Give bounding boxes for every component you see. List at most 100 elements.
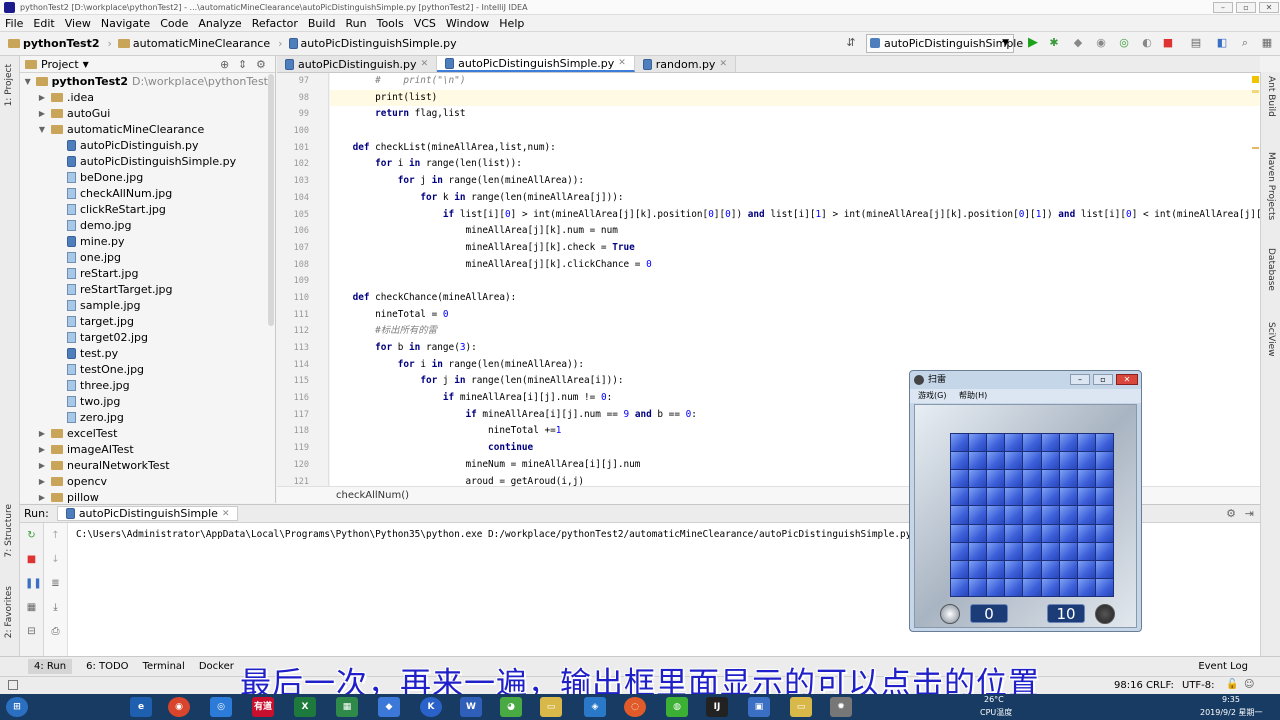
mine-cell[interactable] [1095, 542, 1113, 560]
mine-cell[interactable] [1095, 434, 1113, 452]
mine-cell[interactable] [1023, 452, 1041, 470]
layout-icon[interactable]: ▦ [25, 601, 38, 614]
mine-cell[interactable] [1041, 434, 1059, 452]
pause-icon[interactable]: ❚❚ [25, 577, 42, 590]
mine-cell[interactable] [951, 488, 969, 506]
sdk-icon[interactable]: ◧ [1215, 36, 1229, 50]
menu-vcs[interactable]: VCS [409, 17, 441, 30]
code-line[interactable]: for b in range(3): [330, 340, 1260, 357]
app-icon[interactable]: ◌ [624, 697, 646, 717]
chrome-icon[interactable]: ◉ [168, 697, 190, 717]
tree-item[interactable]: mine.py [20, 233, 275, 249]
scroll-end-icon[interactable]: ⤓ [49, 601, 62, 614]
attach-icon[interactable]: ◐ [1140, 36, 1154, 50]
mine-cell[interactable] [951, 434, 969, 452]
mine-cell[interactable] [1059, 560, 1077, 578]
mine-cell[interactable] [969, 542, 987, 560]
mine-cell[interactable] [951, 470, 969, 488]
app-icon[interactable]: ◈ [584, 697, 606, 717]
tree-item[interactable]: autoPicDistinguishSimple.py [20, 153, 275, 169]
mine-cell[interactable] [1059, 542, 1077, 560]
app-icon[interactable]: ◆ [378, 697, 400, 717]
mine-cell[interactable] [1095, 488, 1113, 506]
mine-cell[interactable] [1077, 470, 1095, 488]
code-line[interactable]: # print("\n") [330, 73, 1260, 90]
tree-item[interactable]: sample.jpg [20, 297, 275, 313]
tree-item[interactable]: ▶ pillow [20, 489, 275, 505]
mine-cell[interactable] [969, 560, 987, 578]
up-arrow-icon[interactable]: ↑ [49, 529, 62, 542]
tree-scrollbar[interactable] [268, 74, 274, 326]
down-arrow-icon[interactable]: ↓ [49, 553, 62, 566]
gear-icon[interactable]: ⚙ [256, 58, 266, 71]
menu-help[interactable]: 帮助(H) [959, 391, 987, 400]
menu-view[interactable]: View [60, 17, 96, 30]
menu-refactor[interactable]: Refactor [247, 17, 303, 30]
editor-tab[interactable]: random.py ✕ [634, 56, 736, 72]
mine-cell[interactable] [1041, 524, 1059, 542]
minimize-button[interactable]: – [1213, 2, 1233, 13]
mine-cell[interactable] [987, 560, 1005, 578]
mine-cell[interactable] [969, 524, 987, 542]
mine-cell[interactable] [1077, 578, 1095, 596]
tree-item[interactable]: target.jpg [20, 313, 275, 329]
app-icon[interactable]: ◎ [210, 697, 232, 717]
collapse-icon[interactable]: ⇕ [238, 58, 247, 71]
menu-navigate[interactable]: Navigate [96, 17, 155, 30]
tool-tab-favorites[interactable]: 2: Favorites [4, 586, 14, 638]
locate-icon[interactable]: ⊕ [220, 58, 229, 71]
tree-item[interactable]: ▶ neuralNetworkTest [20, 457, 275, 473]
mine-cell[interactable] [987, 578, 1005, 596]
tree-item[interactable]: zero.jpg [20, 409, 275, 425]
mine-cell[interactable] [1041, 470, 1059, 488]
mine-cell[interactable] [1095, 506, 1113, 524]
mine-cell[interactable] [1059, 506, 1077, 524]
intellij-icon[interactable]: IJ [706, 697, 728, 717]
mine-cell[interactable] [1023, 560, 1041, 578]
tree-item[interactable]: three.jpg [20, 377, 275, 393]
mine-cell[interactable] [1005, 452, 1023, 470]
code-line[interactable] [330, 123, 1260, 140]
mine-cell[interactable] [1095, 470, 1113, 488]
code-line[interactable]: for k in range(len(mineAllArea[j])): [330, 190, 1260, 207]
mine-cell[interactable] [1023, 470, 1041, 488]
mine-cell[interactable] [1059, 434, 1077, 452]
tree-item[interactable]: autoPicDistinguish.py [20, 137, 275, 153]
tool-tab-structure[interactable]: 7: Structure [4, 504, 14, 558]
print-icon[interactable]: ⎙ [49, 625, 62, 638]
mine-cell[interactable] [1041, 488, 1059, 506]
mine-cell[interactable] [1005, 434, 1023, 452]
tool-tab-maven[interactable]: Maven Projects [1266, 152, 1276, 220]
mine-cell[interactable] [1023, 506, 1041, 524]
settings-icon[interactable]: ▦ [1260, 36, 1274, 50]
warning-stripe[interactable] [1252, 90, 1259, 93]
start-icon[interactable]: ⊞ [6, 697, 28, 717]
mine-cell[interactable] [1059, 524, 1077, 542]
menu-tools[interactable]: Tools [372, 17, 409, 30]
pin-icon[interactable]: ⊟ [25, 625, 38, 638]
concurrency-icon[interactable]: ◎ [1117, 36, 1131, 50]
mine-cell[interactable] [987, 542, 1005, 560]
maximize-button[interactable]: ▫ [1236, 2, 1256, 13]
mine-cell[interactable] [1059, 470, 1077, 488]
coverage-icon[interactable]: ◆ [1071, 36, 1085, 50]
project-structure-icon[interactable]: ▤ [1189, 36, 1203, 50]
mine-cell[interactable] [1005, 578, 1023, 596]
mine-cell[interactable] [969, 434, 987, 452]
tree-item[interactable]: reStart.jpg [20, 265, 275, 281]
menu-run[interactable]: Run [341, 17, 372, 30]
mine-cell[interactable] [1005, 542, 1023, 560]
menu-window[interactable]: Window [441, 17, 494, 30]
mine-cell[interactable] [1077, 488, 1095, 506]
tree-item[interactable]: two.jpg [20, 393, 275, 409]
mine-cell[interactable] [969, 488, 987, 506]
code-line[interactable]: if list[i][0] > int(mineAllArea[j][k].po… [330, 207, 1260, 224]
build-sort-icon[interactable]: ⇵ [844, 36, 858, 50]
mine-cell[interactable] [1077, 524, 1095, 542]
editor-tab[interactable]: autoPicDistinguish.py ✕ [277, 56, 438, 72]
mine-cell[interactable] [1041, 452, 1059, 470]
menu-build[interactable]: Build [303, 17, 341, 30]
stop-icon[interactable]: ■ [1161, 36, 1175, 50]
mine-cell[interactable] [1005, 560, 1023, 578]
wechat-icon[interactable]: ◍ [666, 697, 688, 717]
